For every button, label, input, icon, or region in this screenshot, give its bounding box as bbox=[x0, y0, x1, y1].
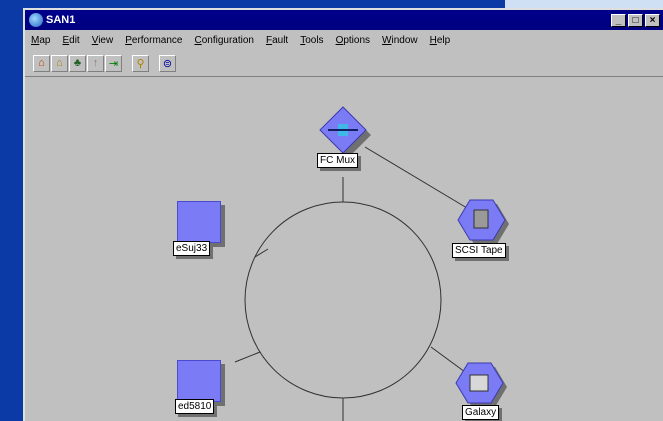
menu-performance[interactable]: Performance bbox=[119, 35, 188, 46]
computer-icon-ed5810[interactable] bbox=[177, 360, 221, 402]
maximize-button[interactable]: □ bbox=[628, 13, 643, 27]
zoom-fit-icon[interactable]: ⇥ bbox=[105, 54, 122, 72]
menu-map[interactable]: Map bbox=[25, 35, 56, 46]
storage-glyph bbox=[469, 374, 489, 392]
tape-glyph bbox=[473, 209, 489, 229]
menu-help[interactable]: Help bbox=[424, 35, 457, 46]
minimize-button[interactable]: _ bbox=[611, 13, 626, 27]
title-bar[interactable]: SAN1 _ □ × bbox=[25, 10, 663, 30]
link-ed-ring bbox=[234, 351, 261, 363]
menu-configuration[interactable]: Configuration bbox=[188, 35, 260, 46]
fc-loop-ring bbox=[244, 201, 442, 399]
map-canvas[interactable]: FC Mux SCSI Tape Galaxy eSuj33 ed5810 bbox=[25, 77, 663, 421]
app-window: SAN1 _ □ × Map Edit View Performance Con… bbox=[23, 8, 663, 421]
up-arrow-icon[interactable]: ↑ bbox=[87, 54, 104, 72]
link-mux-tape bbox=[364, 146, 473, 212]
node-label-scsi-tape[interactable]: SCSI Tape bbox=[452, 243, 506, 258]
menu-view[interactable]: View bbox=[86, 35, 120, 46]
hierarchy-icon[interactable]: ♣ bbox=[69, 54, 86, 72]
menu-bar: Map Edit View Performance Configuration … bbox=[25, 30, 663, 50]
topology-map bbox=[234, 106, 509, 421]
menu-edit[interactable]: Edit bbox=[56, 35, 85, 46]
node-label-ed5810[interactable]: ed5810 bbox=[175, 399, 215, 414]
menu-options[interactable]: Options bbox=[330, 35, 376, 46]
window-title: SAN1 bbox=[46, 14, 76, 26]
computer-icon-esuj33[interactable] bbox=[177, 201, 221, 243]
link-galaxy-ring bbox=[430, 346, 466, 373]
menu-fault[interactable]: Fault bbox=[260, 35, 294, 46]
node-label-galaxy[interactable]: Galaxy bbox=[462, 405, 500, 420]
node-label-esuj33[interactable]: eSuj33 bbox=[173, 241, 211, 256]
node-label-fc-mux[interactable]: FC Mux bbox=[317, 153, 358, 168]
home-up-icon[interactable]: ⌂ bbox=[33, 54, 50, 72]
menu-tools[interactable]: Tools bbox=[294, 35, 329, 46]
search-icon[interactable]: ⚲ bbox=[132, 54, 149, 72]
app-icon bbox=[29, 13, 43, 27]
close-button[interactable]: × bbox=[645, 13, 660, 27]
network-icon[interactable]: ⊜ bbox=[159, 54, 176, 72]
toolbar: ⌂ ⌂ ♣ ↑ ⇥ ⚲ ⊜ bbox=[25, 50, 663, 77]
menu-window[interactable]: Window bbox=[376, 35, 424, 46]
home-icon[interactable]: ⌂ bbox=[51, 54, 68, 72]
window-controls: _ □ × bbox=[611, 13, 660, 27]
